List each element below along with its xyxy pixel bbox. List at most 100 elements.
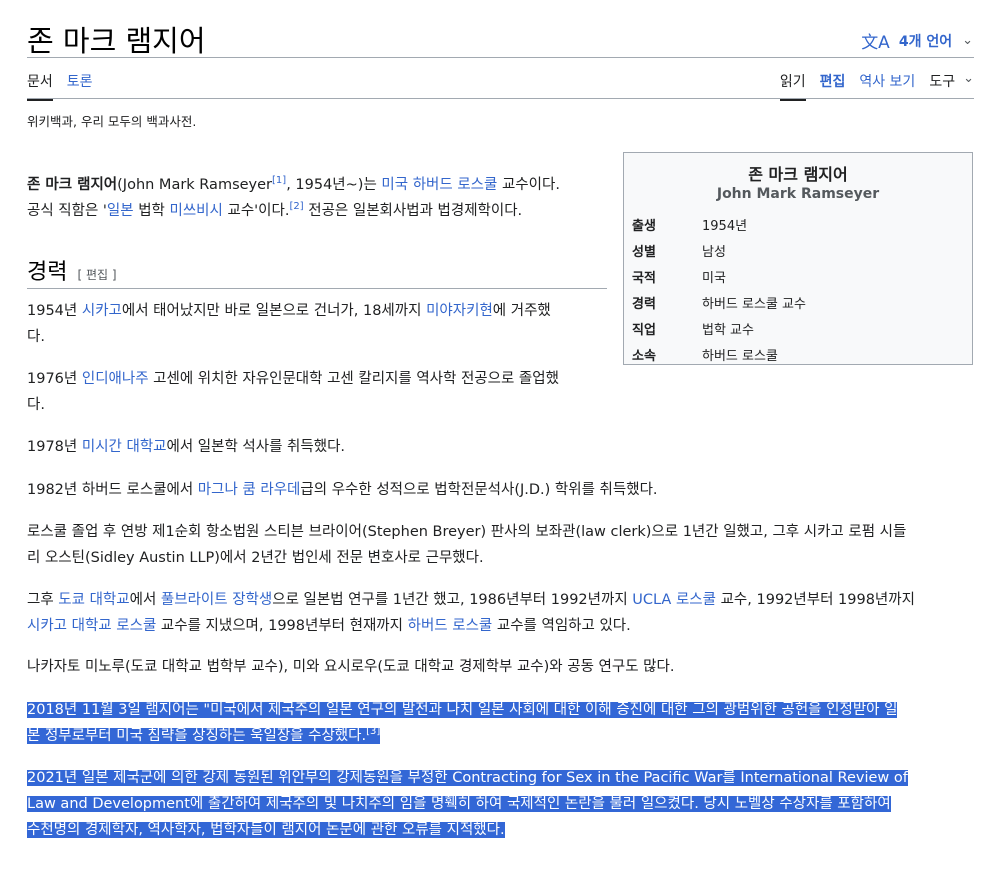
infobox-value: 하버드 로스쿨 — [702, 348, 778, 364]
text: 교수를 역임하고 있다. — [492, 618, 631, 634]
namespace-tabs: 문서 토론 — [27, 71, 107, 101]
infobox-row: 국적 미국 — [624, 263, 972, 289]
section-edit-link[interactable]: [ 편집 ] — [77, 268, 116, 282]
career-paragraph-7: 나카자토 미노루(도쿄 대학교 법학부 교수), 미와 요시로우(도쿄 대학교 … — [27, 654, 674, 680]
infobox-label: 국적 — [632, 270, 656, 286]
tab-talk[interactable]: 토론 — [67, 71, 93, 101]
text: 에서 — [129, 592, 161, 608]
text: 나카자토 미노루(도쿄 대학교 법학부 교수), 미와 요시로우(도쿄 대학교 … — [27, 659, 675, 675]
career-paragraph-5: 로스쿨 졸업 후 연방 제1순회 항소법원 스티븐 브라이어(Stephen B… — [27, 519, 906, 571]
chevron-down-icon[interactable]: ⌄ — [963, 71, 974, 94]
text: (John Mark Ramseyer — [117, 177, 273, 193]
subject-name: 존 마크 램지어 — [27, 177, 118, 193]
selected-text: Law and Development에 출간하여 제국주의 및 나치주의 임을… — [27, 796, 891, 812]
infobox-title: 존 마크 램지어 — [748, 165, 848, 184]
page-title: 존 마크 램지어 — [27, 24, 206, 58]
chevron-down-icon: ⌄ — [962, 33, 973, 48]
infobox-row: 직업 법학 교수 — [624, 315, 972, 341]
text: 리 오스틴(Sidley Austin LLP)에서 2년간 법인세 전문 변호… — [27, 550, 484, 566]
link-tokyo-university[interactable]: 도쿄 대학교 — [58, 592, 129, 608]
tab-history[interactable]: 역사 보기 — [859, 71, 915, 99]
selected-text: 수천명의 경제학자, 역사학자, 법학자들이 램지어 논문에 관한 오류를 지적… — [27, 822, 505, 838]
link-michigan[interactable]: 미시간 대학교 — [82, 439, 167, 455]
link-japan[interactable]: 일본 — [107, 203, 134, 219]
infobox-label: 경력 — [632, 296, 656, 312]
text: 에 거주했 — [492, 303, 551, 319]
text: 교수'이다. — [222, 203, 290, 219]
infobox: 존 마크 램지어 John Mark Ramseyer 출생 1954년 성별 남성… — [623, 152, 973, 365]
text: 로스쿨 졸업 후 연방 제1순회 항소법원 스티븐 브라이어(Stephen B… — [27, 524, 907, 540]
text: 교수, 1992년부터 1998년까지 — [715, 592, 915, 608]
text: 다. — [27, 329, 45, 345]
career-paragraph-3: 1978년 미시간 대학교에서 일본학 석사를 취득했다. — [27, 434, 345, 460]
text: 전공은 일본회사법과 법경제학이다. — [303, 203, 523, 219]
career-paragraph-9-selected: 2021년 일본 제국군에 의한 강제 동원된 위안부의 강제동원을 부정한 C… — [27, 765, 908, 843]
text: 에서 태어났지만 바로 일본으로 건너가, 18세까지 — [121, 303, 427, 319]
infobox-value: 법학 교수 — [702, 322, 754, 338]
text: , 1954년~)는 — [286, 177, 382, 193]
reference-1[interactable]: [1] — [272, 175, 286, 186]
text: 법학 — [133, 203, 170, 219]
text: 1982년 하버드 로스쿨에서 — [27, 482, 198, 498]
link-harvard-law[interactable]: 하버드 로스쿨 — [413, 177, 498, 193]
link-usa[interactable]: 미국 — [381, 177, 408, 193]
text: 다. — [27, 397, 45, 413]
selected-text: 본 정부로부터 미국 침략을 상징하는 욱일장을 수상했다. — [27, 728, 367, 744]
tab-edit[interactable]: 편집 — [820, 71, 846, 99]
title-divider — [27, 57, 974, 58]
text: 공식 직함은 ' — [27, 203, 107, 219]
language-count: 4개 언어 — [898, 33, 953, 50]
career-paragraph-1: 1954년 시카고에서 태어났지만 바로 일본으로 건너가, 18세까지 미야자… — [27, 298, 607, 350]
career-paragraph-2: 1976년 인디애나주 고센에 위치한 자유인문대학 고센 칼리지를 역사학 전… — [27, 366, 617, 418]
selected-text: 2018년 11월 3일 램지어는 "미국에서 제국주의 일본 연구의 발전과 … — [27, 702, 898, 718]
text: 고센에 위치한 자유인문대학 고센 칼리지를 역사학 전공으로 졸업했 — [148, 371, 559, 387]
lead-paragraph: 존 마크 램지어(John Mark Ramseyer[1], 1954년~)는… — [27, 172, 617, 224]
selected-text: 2021년 일본 제국군에 의한 강제 동원된 위안부의 강제동원을 부정한 C… — [27, 770, 908, 786]
tab-read[interactable]: 읽기 — [779, 71, 806, 101]
link-fulbright[interactable]: 풀브라이트 장학생 — [161, 592, 272, 608]
text: 1954년 — [27, 303, 82, 319]
infobox-label: 출생 — [632, 218, 656, 234]
view-tabs: 읽기 편집 역사 보기 도구 ⌄ — [766, 71, 974, 101]
infobox-row: 성별 남성 — [624, 237, 972, 263]
language-selector[interactable]: 文A 4개 언어 ⌄ — [861, 28, 973, 53]
link-magna-cum-laude[interactable]: 마그나 쿰 라우데 — [198, 482, 301, 498]
career-paragraph-6: 그후 도쿄 대학교에서 풀브라이트 장학생으로 일본법 연구를 1년간 했고, … — [27, 587, 915, 639]
section-heading: 경력 [ 편집 ] — [27, 254, 607, 289]
career-paragraph-8-selected: 2018년 11월 3일 램지어는 "미국에서 제국주의 일본 연구의 발전과 … — [27, 697, 898, 749]
infobox-label: 직업 — [632, 322, 656, 338]
reference-3[interactable]: [3] — [366, 726, 380, 737]
tab-tools[interactable]: 도구 — [929, 71, 955, 99]
text: 으로 일본법 연구를 1년간 했고, 1986년부터 1992년까지 — [272, 592, 633, 608]
tabs-divider — [27, 98, 974, 99]
link-chicago[interactable]: 시카고 — [82, 303, 122, 319]
infobox-value: 미국 — [702, 270, 726, 286]
text: 교수이다. — [497, 177, 560, 193]
text: 에서 일본학 석사를 취득했다. — [166, 439, 346, 455]
career-paragraph-4: 1982년 하버드 로스쿨에서 마그나 쿰 라우데급의 우수한 성적으로 법학전… — [27, 477, 658, 503]
link-chicago-law[interactable]: 시카고 대학교 로스쿨 — [27, 618, 156, 634]
text: 1976년 — [27, 371, 82, 387]
infobox-value: 1954년 — [702, 218, 748, 234]
section-title: 경력 — [27, 260, 68, 285]
infobox-subtitle: John Mark Ramseyer — [716, 186, 880, 202]
text: 급의 우수한 성적으로 법학전문석사(J.D.) 학위를 취득했다. — [300, 482, 658, 498]
text: 그후 — [27, 592, 59, 608]
infobox-label: 소속 — [632, 348, 656, 364]
infobox-row: 출생 1954년 — [624, 211, 972, 237]
text: 교수를 지냈으며, 1998년부터 현재까지 — [156, 618, 408, 634]
infobox-value: 남성 — [702, 244, 726, 260]
tab-article[interactable]: 문서 — [27, 71, 53, 101]
text: 1978년 — [27, 439, 82, 455]
link-miyazaki[interactable]: 미야자키현 — [426, 303, 493, 319]
link-mitsubishi[interactable]: 미쓰비시 — [170, 203, 223, 219]
translate-icon: 文A — [861, 33, 890, 53]
infobox-row: 경력 하버드 로스쿨 교수 — [624, 289, 972, 315]
link-indiana[interactable]: 인디애나주 — [82, 371, 149, 387]
reference-2[interactable]: [2] — [289, 201, 303, 212]
link-ucla-law[interactable]: UCLA 로스쿨 — [632, 592, 716, 608]
link-harvard-law[interactable]: 하버드 로스쿨 — [408, 618, 493, 634]
infobox-label: 성별 — [632, 244, 656, 260]
site-tagline: 위키백과, 우리 모두의 백과사전. — [27, 114, 197, 129]
infobox-row: 소속 하버드 로스쿨 — [624, 341, 972, 367]
